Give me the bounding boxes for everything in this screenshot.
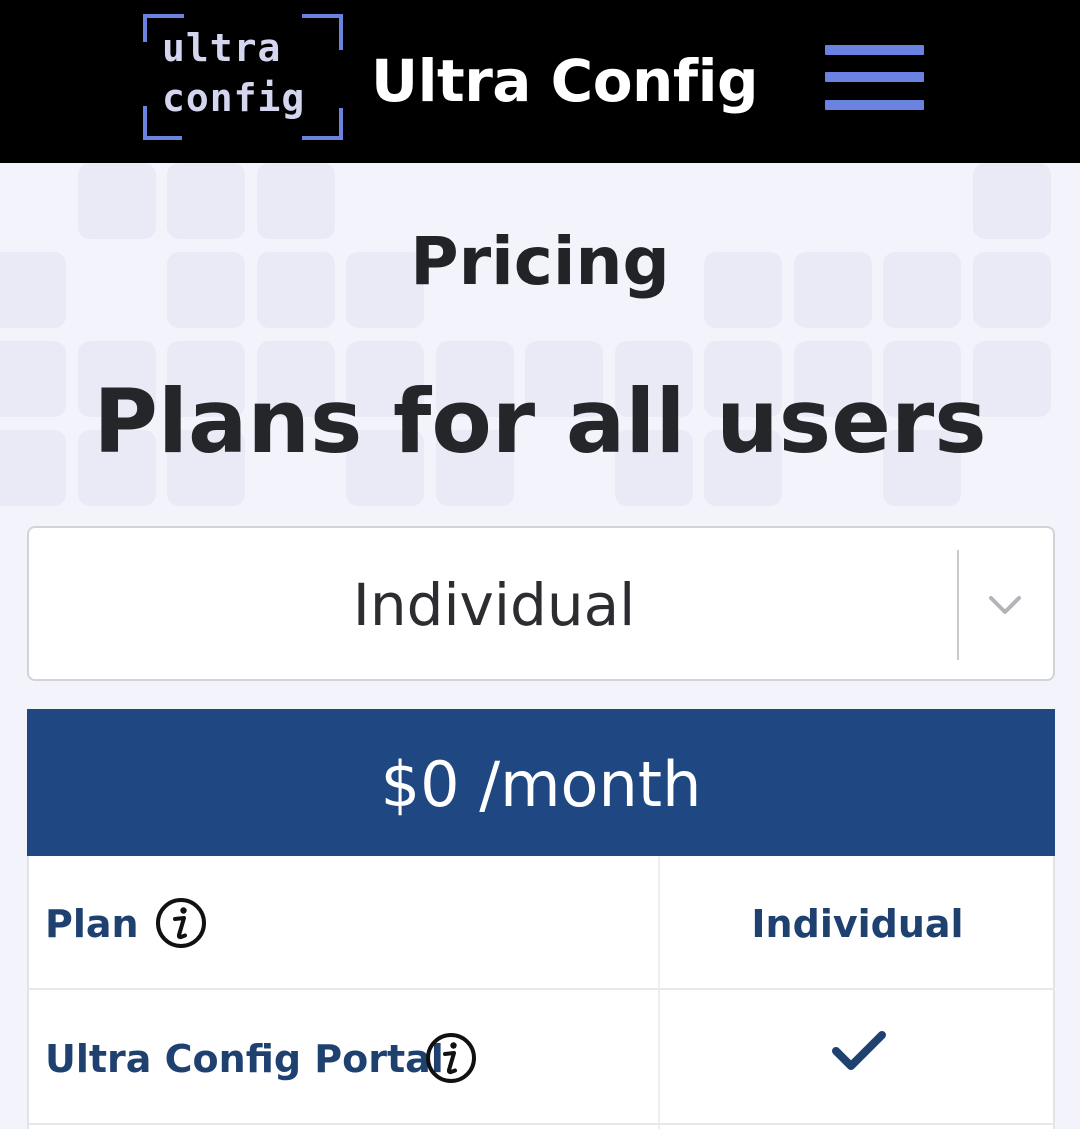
table-row: Ultra Config Portal	[29, 991, 1055, 1125]
hamburger-menu-icon[interactable]	[818, 38, 930, 120]
checkmark-icon	[832, 1031, 886, 1070]
page-headline: Plans for all users	[93, 370, 987, 473]
site-header: ultra config Ultra Config	[0, 0, 1080, 163]
info-icon[interactable]	[425, 1032, 477, 1084]
logo[interactable]: ultra config	[142, 14, 344, 142]
price-label: $0 /month	[380, 748, 702, 821]
plan-select[interactable]: Individual	[27, 526, 1055, 681]
plan-column-header: Individual	[751, 902, 964, 946]
logo-text-line-1: ultra	[162, 26, 282, 70]
menu-bar	[825, 72, 924, 82]
info-icon[interactable]	[155, 897, 207, 949]
menu-bar	[825, 45, 924, 55]
menu-bar	[825, 100, 924, 110]
logo-text-line-2: config	[162, 76, 306, 120]
chevron-down-icon	[989, 596, 1021, 614]
plan-comparison-table: Plan Individual Ultra Config Portal	[27, 856, 1055, 1129]
brand-name[interactable]: Ultra Config	[371, 46, 758, 116]
price-banner: $0 /month	[27, 709, 1055, 856]
table-row: Plan Individual	[29, 856, 1055, 990]
feature-label-plan: Plan	[45, 902, 139, 946]
plan-select-value: Individual	[352, 571, 636, 639]
feature-label-portal: Ultra Config Portal	[45, 1037, 444, 1081]
section-eyebrow: Pricing	[410, 223, 670, 300]
select-divider	[957, 550, 959, 660]
